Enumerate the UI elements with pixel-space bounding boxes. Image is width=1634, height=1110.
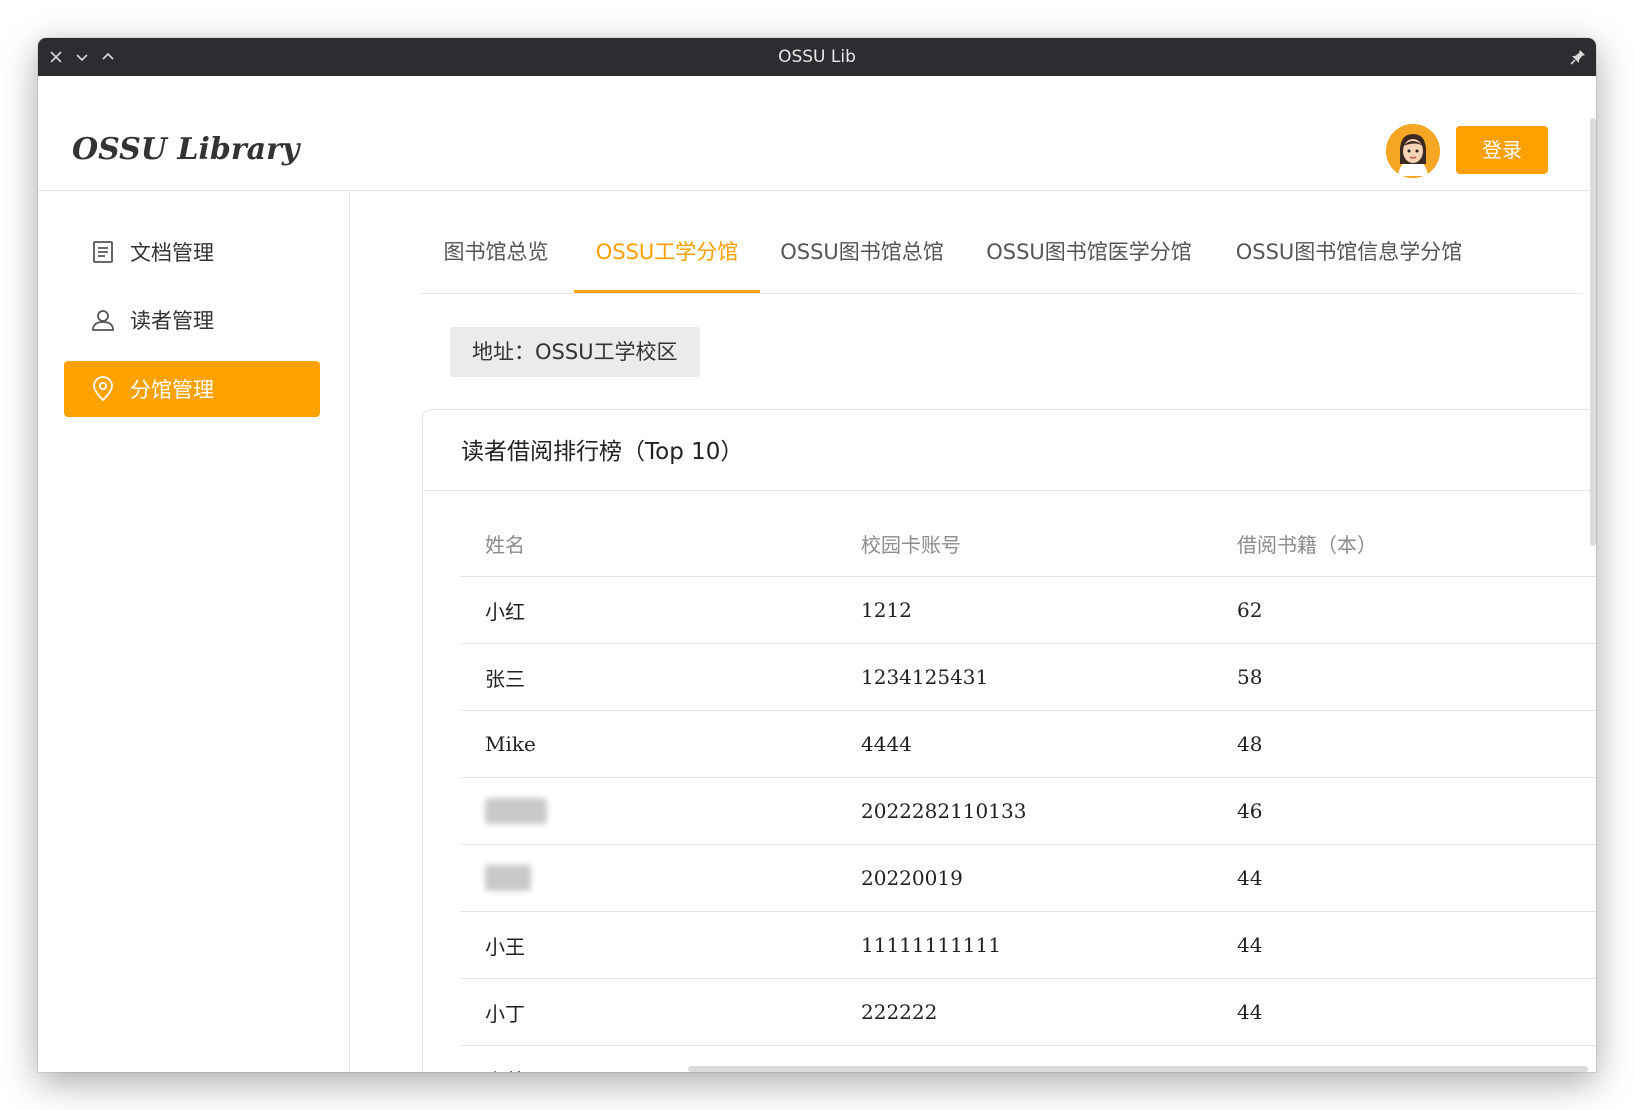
- tab-main-library[interactable]: OSSU图书馆总馆: [766, 227, 958, 293]
- reader-name: 小王: [485, 934, 525, 959]
- sidebar-item-label: 读者管理: [130, 309, 214, 333]
- table-row: 20220019 44: [461, 845, 1596, 912]
- column-header-count: 借阅书籍（本）: [1237, 532, 1377, 557]
- pin-icon[interactable]: [1568, 47, 1588, 67]
- table-row: 2022282110133 46: [461, 778, 1596, 845]
- borrow-count: 44: [1237, 1000, 1263, 1024]
- table-row: 小丁 222222 44: [461, 979, 1596, 1046]
- card-number: 4444: [861, 732, 912, 756]
- table-header: 姓名 校园卡账号 借阅书籍（本）: [461, 490, 1596, 577]
- borrow-count: 62: [1237, 598, 1263, 622]
- card-number: 1212: [861, 598, 912, 622]
- card-number: 1234125431: [861, 665, 989, 689]
- window-title: OSSU Lib: [778, 47, 856, 67]
- tab-medical[interactable]: OSSU图书馆医学分馆: [968, 227, 1210, 293]
- document-icon: [90, 239, 116, 265]
- app-header: OSSU Library 登录: [38, 76, 1596, 191]
- address-tag: 地址：OSSU工学校区: [450, 327, 700, 377]
- borrow-count: 48: [1237, 732, 1263, 756]
- card-number: 222222: [861, 1000, 938, 1024]
- sidebar: 文档管理 读者管理 分馆管理: [38, 191, 350, 1072]
- card-header: 读者借阅排行榜（Top 10）: [423, 410, 1596, 491]
- reader-name: Mike: [485, 732, 536, 756]
- avatar[interactable]: [1386, 124, 1440, 178]
- card-number: 2022282110133: [861, 799, 1027, 823]
- borrow-count: 58: [1237, 665, 1263, 689]
- borrow-count: 46: [1237, 799, 1263, 823]
- vertical-scrollbar[interactable]: [1590, 118, 1596, 546]
- horizontal-scrollbar[interactable]: [688, 1066, 1588, 1072]
- sidebar-item-branches[interactable]: 分馆管理: [64, 361, 320, 417]
- ranking-card: 读者借阅排行榜（Top 10） 姓名 校园卡账号 借阅书籍（本） 小红 1212…: [422, 409, 1596, 1072]
- card-number: 20220019: [861, 866, 963, 890]
- table-row: 小红 1212 62: [461, 577, 1596, 644]
- column-header-card: 校园卡账号: [861, 532, 961, 557]
- card-title: 读者借阅排行榜（Top 10）: [461, 439, 744, 465]
- app-logo: OSSU Library: [72, 132, 300, 167]
- table-row: 张三 1234125431 58: [461, 644, 1596, 711]
- column-header-name: 姓名: [485, 532, 525, 557]
- main-content: 图书馆总览 OSSU工学分馆 OSSU图书馆总馆 OSSU图书馆医学分馆 OSS…: [350, 191, 1596, 1072]
- card-number: 11111111111: [861, 933, 1001, 957]
- sidebar-item-label: 分馆管理: [130, 378, 214, 402]
- table-row: Mike 4444 48: [461, 711, 1596, 778]
- tab-engineering[interactable]: OSSU工学分馆: [574, 227, 760, 293]
- login-button[interactable]: 登录: [1456, 126, 1548, 174]
- tab-overview[interactable]: 图书馆总览: [420, 227, 572, 293]
- borrow-count: 44: [1237, 866, 1263, 890]
- sidebar-item-documents[interactable]: 文档管理: [64, 224, 320, 280]
- borrow-count: 44: [1237, 933, 1263, 957]
- sidebar-item-readers[interactable]: 读者管理: [64, 292, 320, 348]
- reader-name: 小曾: [485, 1046, 525, 1073]
- branch-tabs: 图书馆总览 OSSU工学分馆 OSSU图书馆总馆 OSSU图书馆医学分馆 OSS…: [420, 227, 1582, 294]
- user-icon: [90, 307, 116, 333]
- reader-name: 小丁: [485, 1001, 525, 1026]
- reader-name: 张三: [485, 666, 525, 691]
- title-bar: OSSU Lib: [38, 38, 1596, 76]
- sidebar-item-label: 文档管理: [130, 241, 214, 265]
- reader-name-redacted: [485, 845, 531, 911]
- ranking-table: 姓名 校园卡账号 借阅书籍（本） 小红 1212 62 张三 123412543…: [461, 490, 1596, 1072]
- reader-name: 小红: [485, 599, 525, 624]
- tab-informatics[interactable]: OSSU图书馆信息学分馆: [1218, 227, 1480, 293]
- location-icon: [90, 376, 116, 402]
- app-window: OSSU Lib OSSU Library 登录 文档管理 读者管理 分馆管理 …: [38, 38, 1596, 1072]
- table-row: 小王 11111111111 44: [461, 912, 1596, 979]
- reader-name-redacted: [485, 778, 547, 844]
